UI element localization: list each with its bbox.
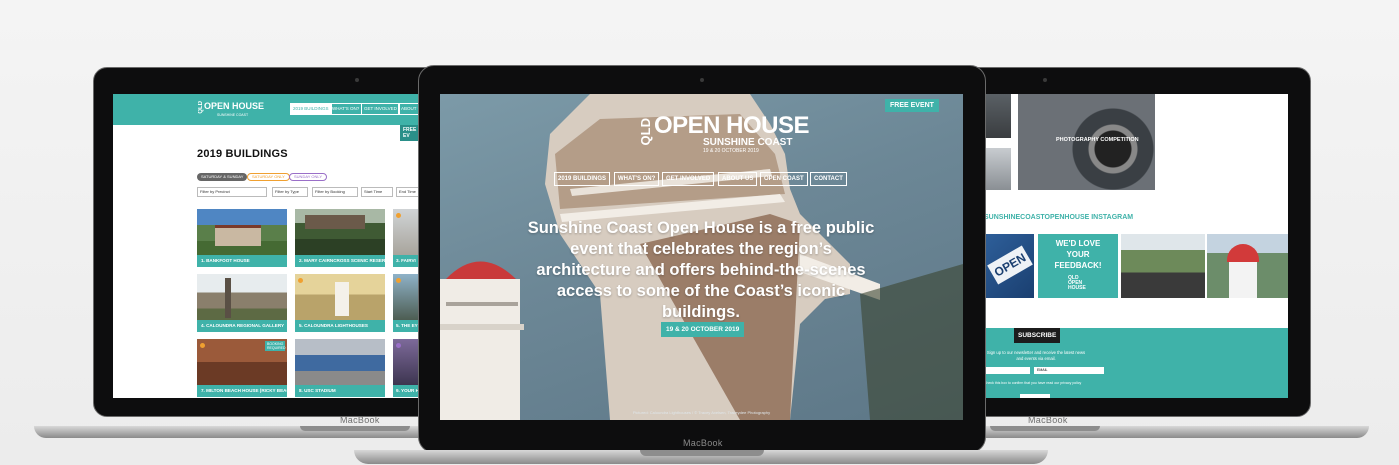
- photo-tile: [984, 148, 1011, 190]
- subscribe-heading: SUBSCRIBE: [1014, 328, 1061, 343]
- nav-about-us[interactable]: ABOUT US: [398, 103, 420, 115]
- feedback-text: WE'D LOVE YOUR FEEDBACK!: [1038, 238, 1118, 271]
- instagram-tile[interactable]: [1207, 234, 1288, 298]
- building-label: 9. YOUR H: [393, 385, 418, 397]
- site-header: QLD OPEN HOUSE SUNSHINE COAST 2019 BUILD…: [113, 94, 420, 125]
- instagram-tile[interactable]: OPEN: [984, 234, 1034, 298]
- instagram-tile[interactable]: WE'D LOVE YOUR FEEDBACK! QLD OPEN HOUSE: [1038, 234, 1118, 298]
- building-card[interactable]: 1. BANKFOOT HOUSE: [197, 209, 287, 267]
- nav-get-involved[interactable]: GET INVOLVED: [662, 172, 715, 186]
- filter-saturday-sunday[interactable]: SATURDAY & SUNDAY: [197, 173, 248, 181]
- laptop-center-brand: MacBook: [683, 438, 723, 448]
- laptop-left-camera: [355, 78, 359, 82]
- filter-saturday-only[interactable]: SATURDAY ONLY: [247, 173, 290, 181]
- open-sign: OPEN: [987, 245, 1033, 285]
- building-card[interactable]: 4. CALOUNDRA REGIONAL GALLERY: [197, 274, 287, 332]
- logo-date: 19 & 20 OCTOBER 2019: [703, 148, 759, 154]
- nav-get-involved[interactable]: GET INVOLVED: [361, 103, 400, 115]
- building-photo: [295, 274, 385, 320]
- instagram-tile[interactable]: [1121, 234, 1205, 298]
- logo-name: OPEN HOUSE: [654, 112, 810, 139]
- nav-2019-buildings[interactable]: 2019 BUILDINGS: [554, 172, 611, 186]
- building-label: 8. USC STADIUM: [295, 385, 385, 397]
- photo-credit: Pictured: Caloundra Lighthouses / © Trac…: [632, 410, 771, 415]
- building-card[interactable]: 3. FAIRVI: [393, 209, 418, 267]
- building-card[interactable]: 2. MARY CAIRNCROSS SCENIC RESERVE ...: [295, 209, 385, 267]
- logo-prefix: QLD: [638, 118, 653, 146]
- subscribe-text: Sign up to our newsletter and receive th…: [986, 350, 1086, 361]
- building-card[interactable]: 5. THE EYE: [393, 274, 418, 332]
- filter-precinct[interactable]: Filter by Precinct: [197, 187, 267, 197]
- laptop-left-notch: [300, 426, 410, 431]
- filter-type[interactable]: Filter by Type: [272, 187, 308, 197]
- booking-required-badge: BOOKING REQUIRED: [265, 341, 286, 351]
- photo-competition-tile[interactable]: PHOTOGRAPHY COMPETITION: [1018, 94, 1155, 190]
- logo-region: SUNSHINE COAST: [703, 137, 793, 148]
- laptop-center-notch: [640, 450, 764, 456]
- hero-headline: Sunshine Coast Open House is a free publ…: [527, 219, 875, 321]
- laptop-left-brand: MacBook: [340, 415, 380, 425]
- instagram-title: SUNSHINECOASTOPENHOUSE INSTAGRAM: [984, 214, 1134, 221]
- filter-booking[interactable]: Filter by Booking: [312, 187, 358, 197]
- privacy-text: Check this box to confirm that you have …: [984, 381, 1082, 385]
- photo-tile: [984, 94, 1011, 138]
- event-date-button[interactable]: 19 & 20 OCTOBER 2019: [661, 322, 745, 337]
- building-label: 5. CALOUNDRA LIGHTHOUSES: [295, 320, 385, 332]
- building-photo: [393, 274, 418, 320]
- email-field[interactable]: EMAIL: [1034, 367, 1104, 374]
- feedback-line: WE'D LOVE: [1055, 239, 1101, 248]
- page-title: 2019 BUILDINGS: [197, 148, 288, 160]
- submit-button[interactable]: [1020, 394, 1050, 398]
- name-field[interactable]: [984, 367, 1030, 374]
- feedback-logo-line: HOUSE: [1068, 285, 1086, 291]
- free-event-tab[interactable]: FREE EVENT: [885, 99, 939, 112]
- building-label: 2. MARY CAIRNCROSS SCENIC RESERVE ...: [295, 255, 385, 267]
- building-photo: [295, 339, 385, 385]
- building-photo: [393, 339, 418, 385]
- feedback-line: YOUR: [1066, 250, 1090, 259]
- building-photo: [295, 209, 385, 255]
- building-label: 3. FAIRVI: [393, 255, 418, 267]
- building-label: 4. CALOUNDRA REGIONAL GALLERY: [197, 320, 287, 332]
- free-event-tab[interactable]: FREE EV: [400, 125, 420, 141]
- building-card[interactable]: BOOKING REQUIRED 7. MILTON BEACH HOUSE (…: [197, 339, 287, 397]
- filter-start-time[interactable]: Start Time: [361, 187, 393, 197]
- building-card[interactable]: 9. YOUR H: [393, 339, 418, 397]
- building-photo: [393, 209, 418, 255]
- building-photo: [197, 274, 287, 320]
- laptop-right-notch: [990, 426, 1100, 431]
- building-photo: [197, 209, 287, 255]
- nav-open-coast[interactable]: OPEN COAST: [760, 172, 808, 186]
- nav-about-us[interactable]: ABOUT US: [718, 172, 758, 186]
- filter-sunday-only[interactable]: SUNDAY ONLY: [289, 173, 328, 181]
- feedback-line: FEEDBACK!: [1054, 261, 1102, 270]
- nav-2019-buildings[interactable]: 2019 BUILDINGS: [290, 103, 332, 115]
- center-screen: FREE EVENT QLD OPEN HOUSE SUNSHINE COAST…: [440, 94, 963, 420]
- left-screen: QLD OPEN HOUSE SUNSHINE COAST 2019 BUILD…: [113, 94, 420, 398]
- nav-contact[interactable]: CONTACT: [810, 172, 847, 186]
- photo-competition-label: PHOTOGRAPHY COMPETITION: [1056, 137, 1139, 143]
- building-photo: BOOKING REQUIRED: [197, 339, 287, 385]
- building-label: 7. MILTON BEACH HOUSE (RICKY BEACH ...: [197, 385, 287, 397]
- logo-name: OPEN HOUSE: [204, 101, 265, 111]
- building-label: 1. BANKFOOT HOUSE: [197, 255, 287, 267]
- laptop-right-brand: MacBook: [1028, 415, 1068, 425]
- laptop-right-camera: [1043, 78, 1047, 82]
- filter-end-time[interactable]: End Time: [396, 187, 420, 197]
- nav-whats-on[interactable]: WHAT'S ON?: [329, 103, 363, 115]
- laptop-center-camera: [700, 78, 704, 82]
- building-card[interactable]: 5. CALOUNDRA LIGHTHOUSES: [295, 274, 385, 332]
- feedback-logo: QLD OPEN HOUSE: [1068, 276, 1086, 291]
- building-label: 5. THE EYE: [393, 320, 418, 332]
- building-card[interactable]: 8. USC STADIUM: [295, 339, 385, 397]
- nav-whats-on[interactable]: WHAT'S ON?: [614, 172, 660, 186]
- logo-region: SUNSHINE COAST: [217, 113, 249, 117]
- right-screen: PHOTOGRAPHY COMPETITION SUNSHINECOASTOPE…: [984, 94, 1288, 398]
